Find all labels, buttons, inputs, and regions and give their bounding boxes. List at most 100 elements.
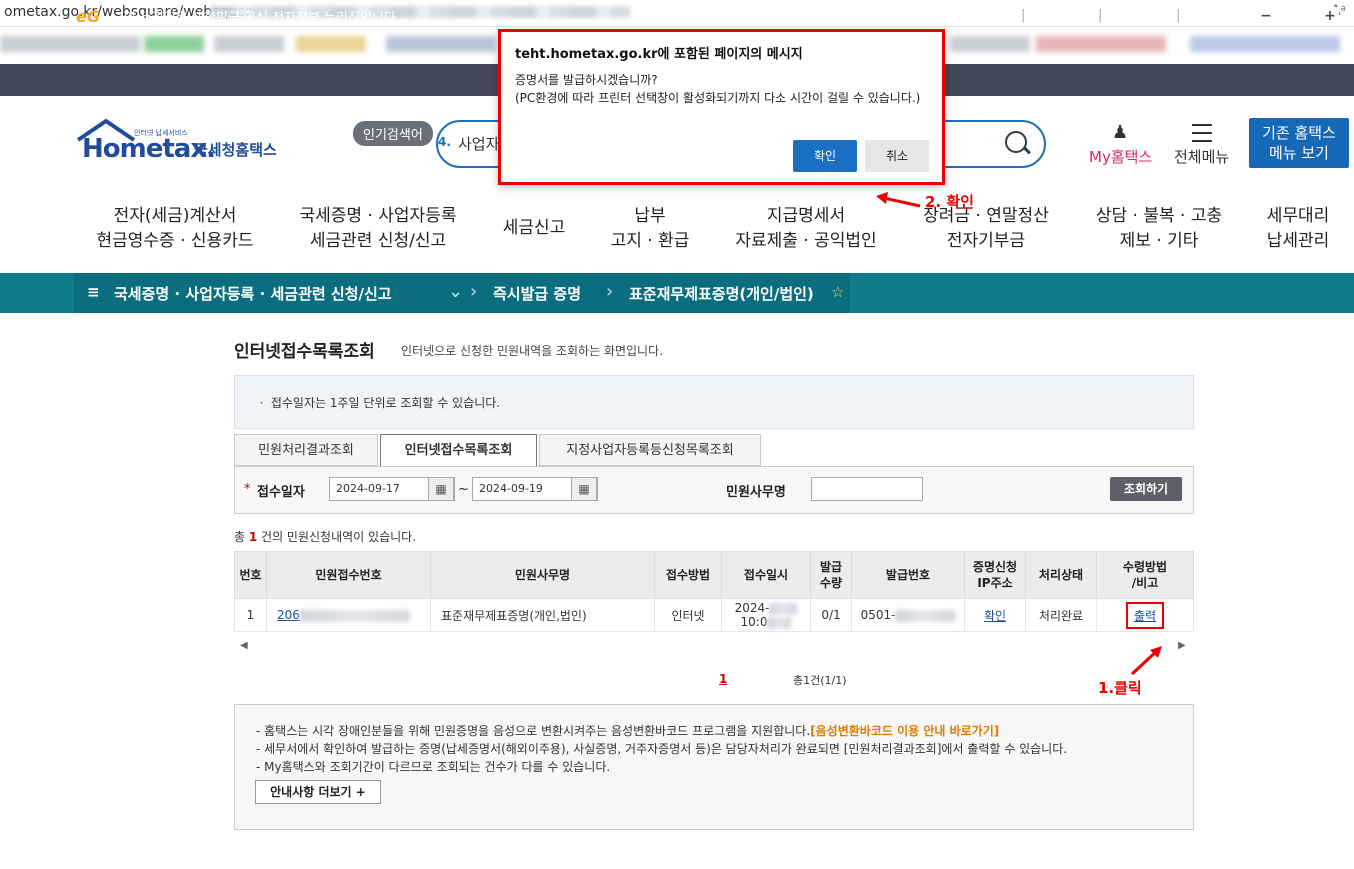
bookmark-redacted[interactable] bbox=[0, 36, 140, 52]
cell-issue-no: 0501- bbox=[851, 598, 965, 632]
search-button[interactable]: 조회하기 bbox=[1110, 477, 1182, 501]
date-part2: 10:0 bbox=[740, 615, 768, 629]
dialog-title: teht.hometax.go.kr에 포함된 페이지의 메시지 bbox=[515, 47, 803, 62]
bookmark-redacted[interactable] bbox=[144, 36, 204, 52]
chevron-down-icon[interactable]: ⌄ bbox=[448, 281, 463, 302]
zoom-out-button[interactable]: − bbox=[1257, 7, 1275, 25]
cell-action[interactable]: 출력 bbox=[1096, 598, 1194, 632]
calendar-icon[interactable]: ▦ bbox=[428, 477, 454, 501]
tab-designated-business[interactable]: 지정사업자등록등신청목록조회 bbox=[539, 434, 761, 466]
old-menu-line2: 메뉴 보기 bbox=[1269, 144, 1329, 162]
issue-no-redacted bbox=[895, 609, 956, 622]
calendar-icon[interactable]: ▦ bbox=[571, 477, 597, 501]
old-menu-line1: 기존 홈택스 bbox=[1262, 124, 1336, 142]
horizontal-scrollbar[interactable]: ◀ ▶ bbox=[234, 640, 1192, 652]
all-menu-link[interactable]: 전체메뉴 bbox=[1174, 146, 1229, 167]
breadcrumb-separator-icon: › bbox=[606, 281, 614, 302]
gnb-item-e-invoice[interactable]: 전자(세금)계산서 현금영수증 · 신용카드 bbox=[90, 204, 260, 254]
cell-date: 2024- 10:0 bbox=[721, 598, 811, 632]
dialog-message: 증명서를 발급하시겠습니까? (PC환경에 따라 프린터 선택창이 활성화되기까… bbox=[515, 71, 935, 107]
gnb-item-tax-report[interactable]: 세금신고 bbox=[494, 216, 574, 241]
util-link-logout[interactable]: 로그아웃 bbox=[1034, 8, 1082, 27]
cell-ip[interactable]: 확인 bbox=[964, 598, 1026, 632]
search-rank: 4. bbox=[438, 135, 451, 149]
util-link-screensize: 화면크기 bbox=[1189, 12, 1237, 27]
date-label: 접수일자 bbox=[257, 485, 305, 500]
notice-line2: - 세무서에서 확인하여 발급하는 증명(납세증명서(해외이주용), 사실증명,… bbox=[256, 742, 1068, 756]
col-header: 발급번호 bbox=[851, 551, 965, 599]
cell-method: 인터넷 bbox=[654, 598, 722, 632]
util-separator: | bbox=[1021, 8, 1026, 23]
cell-qty: 0/1 bbox=[810, 598, 852, 632]
gnb-item-agent[interactable]: 세무대리 납세관리 bbox=[1256, 204, 1340, 254]
util-link-cert[interactable]: 인증센터 bbox=[1112, 8, 1160, 27]
col-header: 민원접수번호 bbox=[266, 551, 431, 599]
search-icon[interactable] bbox=[1005, 131, 1027, 153]
tab-result[interactable]: 민원처리결과조회 bbox=[234, 434, 378, 466]
scroll-right-icon[interactable]: ▶ bbox=[1178, 640, 1186, 651]
time-redacted bbox=[767, 616, 792, 629]
gnb-item-certificate[interactable]: 국세증명 · 사업자등록 세금관련 신청/신고 bbox=[290, 204, 466, 254]
barcode-guide-link[interactable]: [음성변환바코드 이용 안내 바로가기] bbox=[810, 724, 999, 738]
date-redacted bbox=[769, 602, 798, 615]
util-separator: | bbox=[1098, 8, 1103, 23]
scroll-left-icon[interactable]: ◀ bbox=[240, 640, 248, 651]
breadcrumb-level3[interactable]: 표준재무제표증명(개인/법인) bbox=[629, 283, 814, 304]
cell-no: 1 bbox=[234, 598, 267, 632]
page-total: 총1건(1/1) bbox=[793, 674, 847, 687]
breadcrumb-level2[interactable]: 즉시발급 증명 bbox=[493, 283, 581, 304]
hamburger-menu-icon[interactable] bbox=[1192, 124, 1212, 142]
bookmark-redacted[interactable] bbox=[296, 36, 366, 52]
cell-status: 처리완료 bbox=[1025, 598, 1097, 632]
breadcrumb-level1[interactable]: 국세증명 · 사업자등록 · 세금관련 신청/신고 bbox=[114, 283, 392, 304]
task-name-input[interactable] bbox=[811, 477, 923, 501]
zoom-in-button[interactable]: + bbox=[1321, 7, 1339, 25]
user-icon[interactable]: ♟ bbox=[1112, 122, 1128, 143]
util-separator: | bbox=[1176, 8, 1181, 23]
date-range-tilde: ~ bbox=[458, 482, 469, 497]
bookmark-redacted[interactable] bbox=[950, 36, 1030, 52]
col-header: 번호 bbox=[234, 551, 267, 599]
annotation-arrow-icon bbox=[876, 192, 921, 208]
notice-line1: - 홈택스는 시각 장애인분들을 위해 민원증명을 음성으로 변환시켜주는 음성… bbox=[256, 724, 1000, 738]
util-link-info[interactable]: 원정보조회 bbox=[944, 8, 1004, 27]
gnb-item-statement[interactable]: 지급명세서 자료제출 · 공익법인 bbox=[728, 204, 884, 254]
print-link[interactable]: 출력 bbox=[1134, 609, 1156, 623]
gnb-item-payment[interactable]: 납부 고지 · 환급 bbox=[604, 204, 696, 254]
receipt-no-link[interactable]: 206 bbox=[277, 608, 300, 622]
col-header: 접수일시 bbox=[721, 551, 811, 599]
bookmark-redacted[interactable] bbox=[1036, 36, 1166, 52]
notice-line3: - My홈택스와 조회기간이 다르므로 조회되는 건수가 다를 수 있습니다. bbox=[256, 760, 611, 774]
old-menu-button[interactable]: 기존 홈택스 메뉴 보기 bbox=[1249, 118, 1349, 168]
tab-internet-receipt[interactable]: 인터넷접수목록조회 bbox=[380, 434, 537, 467]
col-header: 민원사무명 bbox=[430, 551, 655, 599]
popular-search-badge: 인기검색어 bbox=[353, 121, 433, 146]
hometax-logo-kr[interactable]: 국세청홈택스 bbox=[194, 139, 277, 160]
favorite-star-icon[interactable]: ☆ bbox=[831, 283, 844, 301]
print-button-highlight: 출력 bbox=[1125, 601, 1165, 629]
bookmark-redacted[interactable] bbox=[386, 36, 496, 52]
dialog-line2: (PC환경에 따라 프린터 선택창이 활성화되기까지 다소 시간이 걸릴 수 있… bbox=[515, 91, 921, 105]
receipt-no-redacted bbox=[299, 609, 410, 622]
col-header: 처리상태 bbox=[1025, 551, 1097, 599]
required-mark: * bbox=[244, 482, 251, 497]
page-title: 인터넷접수목록조회 bbox=[234, 342, 375, 362]
gnb-item-consult[interactable]: 상담 · 불복 · 고충 제보 · 기타 bbox=[1084, 204, 1234, 254]
search-keyword[interactable]: 사업자 bbox=[458, 133, 499, 154]
annotation-arrow-icon bbox=[1130, 646, 1162, 676]
col-header: 발급 수량 bbox=[810, 551, 852, 599]
more-notice-button[interactable]: 안내사항 더보기 + bbox=[255, 780, 381, 804]
bookmark-redacted[interactable] bbox=[214, 36, 284, 52]
page-description: 인터넷으로 신청한 민원내역을 조회하는 화면입니다. bbox=[401, 344, 663, 358]
breadcrumb-menu-icon[interactable]: ≡ bbox=[87, 283, 100, 301]
bookmark-redacted[interactable] bbox=[1190, 36, 1340, 52]
dialog-cancel-button[interactable]: 취소 bbox=[865, 140, 929, 172]
receipt-table: 번호 민원접수번호 민원사무명 접수방법 접수일시 발급 수량 발급번호 증명신… bbox=[234, 551, 1194, 632]
dialog-ok-button[interactable]: 확인 bbox=[793, 140, 857, 172]
my-hometax-link[interactable]: My홈택스 bbox=[1089, 146, 1152, 167]
ip-check-link[interactable]: 확인 bbox=[984, 609, 1006, 623]
egov-logo-icon: eG bbox=[76, 7, 100, 26]
annotation-step2: 2. 확인 bbox=[925, 193, 974, 211]
cell-receipt-no[interactable]: 206 bbox=[266, 598, 431, 632]
page-number[interactable]: 1 bbox=[719, 672, 727, 686]
